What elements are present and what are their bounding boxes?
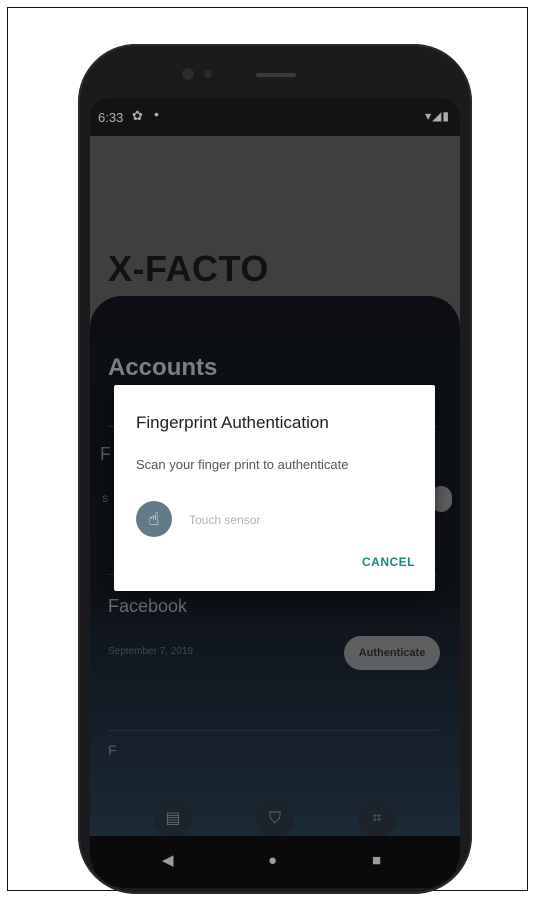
fingerprint-status: Touch sensor <box>189 513 261 527</box>
phone-device: 6:33 ✿ • ▾◢▮ X-FACTO Accounts F S Facebo… <box>78 44 472 894</box>
dialog-title: Fingerprint Authentication <box>136 413 329 432</box>
earpiece-speaker <box>256 73 296 77</box>
fingerprint-dialog: Fingerprint Authentication Scan your fin… <box>114 385 435 591</box>
cancel-button[interactable]: CANCEL <box>362 555 415 569</box>
dialog-description: Scan your finger print to authenticate <box>136 457 349 472</box>
proximity-sensor <box>204 70 212 78</box>
phone-screen: 6:33 ✿ • ▾◢▮ X-FACTO Accounts F S Facebo… <box>90 98 460 888</box>
fingerprint-icon: ☝ <box>136 501 172 537</box>
front-camera <box>182 68 194 80</box>
